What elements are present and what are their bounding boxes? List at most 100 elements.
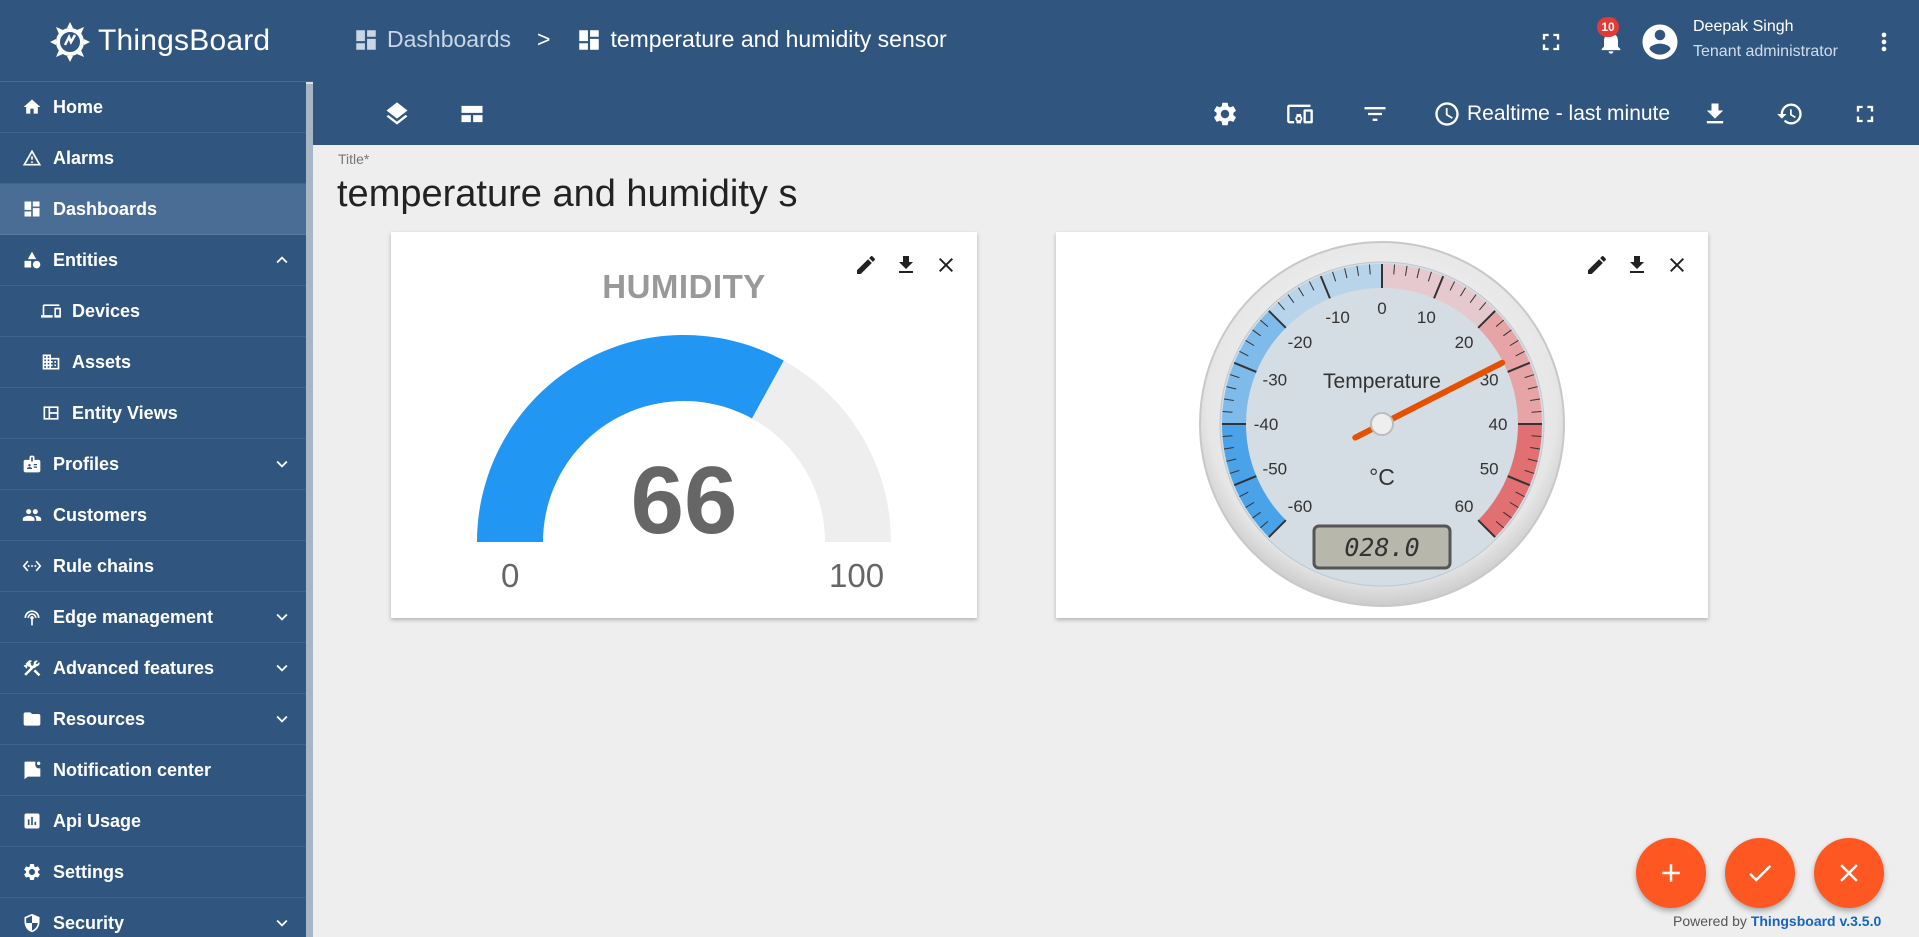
sidebar-item-devices[interactable]: Devices	[0, 286, 313, 337]
top-header: Dashboards > temperature and humidity se…	[313, 0, 1919, 84]
sidebar-item-security[interactable]: Security	[0, 898, 313, 937]
sidebar-item-profiles[interactable]: Profiles	[0, 439, 313, 490]
dashboard-toolbar: Realtime - last minute	[313, 84, 1919, 145]
temperature-title: Temperature	[1323, 370, 1441, 393]
download-icon[interactable]	[1699, 98, 1731, 130]
more-vert-icon[interactable]	[1869, 27, 1899, 57]
sidebar-scrollbar-thumb[interactable]	[306, 84, 313, 937]
sidebar-item-resources[interactable]: Resources	[0, 694, 313, 745]
user-role: Tenant administrator	[1693, 43, 1838, 60]
temperature-lcd-value: 028.0	[1344, 533, 1419, 562]
people-icon	[21, 504, 43, 526]
sidebar-item-assets[interactable]: Assets	[0, 337, 313, 388]
sidebar-item-dashboards[interactable]: Dashboards	[0, 184, 313, 235]
notification-count-badge: 10	[1597, 17, 1619, 37]
sidebar-item-label: Entities	[53, 249, 119, 270]
user-name[interactable]: Deepak Singh	[1693, 18, 1794, 36]
sidebar-item-notification-center[interactable]: Notification center	[0, 745, 313, 796]
breadcrumb-separator: >	[537, 26, 551, 52]
folder-icon	[21, 708, 43, 730]
building-icon	[40, 351, 62, 373]
sidebar-item-label: Settings	[53, 861, 125, 882]
needle-hub	[1370, 412, 1394, 436]
sidebar-item-label: Assets	[72, 351, 132, 372]
sidebar-item-alarms[interactable]: Alarms	[0, 133, 313, 184]
sidebar-item-label: Customers	[53, 504, 148, 525]
temperature-unit: °C	[1369, 464, 1395, 490]
home-icon	[21, 96, 43, 118]
sidebar-item-label: Entity Views	[72, 402, 178, 423]
sidebar-item-label: Security	[53, 912, 125, 933]
sidebar-item-advanced-features[interactable]: Advanced features	[0, 643, 313, 694]
thingsboard-logo-icon	[50, 21, 90, 62]
breadcrumb-dashboards[interactable]: Dashboards	[387, 26, 511, 53]
sidebar-item-customers[interactable]: Customers	[0, 490, 313, 541]
sidebar: ThingsBoard Home Alarms Dashboards Entit…	[0, 0, 313, 937]
dial-tick-label: -60	[1288, 497, 1313, 516]
dial-tick-label: 10	[1417, 308, 1436, 327]
insert-chart-icon	[21, 810, 43, 832]
router-icon	[21, 606, 43, 628]
timewindow-button[interactable]: Realtime - last minute	[1433, 97, 1670, 131]
cancel-changes-button[interactable]	[1814, 838, 1884, 908]
badge-icon	[21, 453, 43, 475]
fullscreen-icon[interactable]	[1536, 27, 1566, 57]
chevron-down-icon[interactable]	[271, 453, 293, 475]
account-circle-icon[interactable]	[1639, 21, 1681, 63]
sidebar-item-home[interactable]: Home	[0, 82, 313, 133]
chevron-down-icon[interactable]	[271, 606, 293, 628]
sidebar-item-label: Devices	[72, 300, 141, 321]
chevron-down-icon[interactable]	[271, 657, 293, 679]
gear-icon	[21, 861, 43, 883]
dashboard-title-input[interactable]	[337, 170, 799, 218]
plus-icon	[1662, 864, 1680, 882]
powered-by-text: Powered by	[1673, 913, 1747, 929]
dial-tick-label: -50	[1263, 459, 1288, 478]
sidebar-item-edge-management[interactable]: Edge management	[0, 592, 313, 643]
devices-icon	[40, 300, 62, 322]
sidebar-item-rule-chains[interactable]: Rule chains	[0, 541, 313, 592]
temperature-dial: -60-50-40-30-20-10 0 102030405060 Temperat…	[1199, 241, 1565, 607]
chevron-up-icon[interactable]	[271, 249, 293, 271]
sidebar-item-label: Edge management	[53, 606, 214, 627]
sidebar-item-entity-views[interactable]: Entity Views	[0, 388, 313, 439]
layers-icon[interactable]	[381, 98, 413, 130]
dial-tick-label: 50	[1480, 459, 1499, 478]
dial-tick-label: 60	[1455, 497, 1474, 516]
humidity-value: 66	[630, 447, 738, 554]
sidebar-item-label: Resources	[53, 708, 146, 729]
sidebar-item-label: Profiles	[53, 453, 120, 474]
add-widget-button[interactable]	[1636, 838, 1706, 908]
sidebar-item-label: Notification center	[53, 759, 212, 780]
app-logo[interactable]: ThingsBoard	[0, 0, 313, 82]
close-icon	[1840, 864, 1858, 882]
filter-icon[interactable]	[1359, 98, 1391, 130]
sidebar-item-settings[interactable]: Settings	[0, 847, 313, 898]
sidebar-item-label: Alarms	[53, 147, 115, 168]
sidebar-item-api-usage[interactable]: Api Usage	[0, 796, 313, 847]
sidebar-item-label: Dashboards	[53, 198, 158, 219]
apply-changes-button[interactable]	[1725, 838, 1795, 908]
dial-tick-label: 0	[1377, 299, 1386, 318]
chevron-down-icon[interactable]	[271, 912, 293, 934]
temperature-gauge-widget: -60 -50 -40 -30 -20 -10 0 10 20 30 40 50 60 Temperat…	[1056, 232, 1708, 618]
dial-tick-label: -40	[1254, 415, 1279, 434]
clock-icon	[1435, 102, 1459, 126]
dashboard-icon	[21, 198, 43, 220]
settings-gear-icon[interactable]	[1209, 98, 1241, 130]
dial-tick-label: -20	[1288, 333, 1313, 352]
version-link[interactable]: Thingsboard v.3.5.0	[1751, 913, 1881, 929]
shield-icon	[21, 912, 43, 934]
timewindow-label: Realtime - last minute	[1467, 102, 1671, 125]
breadcrumb-current-dashboard: temperature and humidity sensor	[610, 26, 947, 52]
fullscreen-icon[interactable]	[1849, 98, 1881, 130]
layouts-icon[interactable]	[456, 98, 488, 130]
sidebar-item-entities[interactable]: Entities	[0, 235, 313, 286]
sidebar-item-label: Api Usage	[53, 810, 142, 831]
chevron-down-icon[interactable]	[271, 708, 293, 730]
construction-icon	[21, 657, 43, 679]
check-icon	[1749, 864, 1772, 882]
history-icon[interactable]	[1774, 98, 1806, 130]
dial-tick-label: 40	[1489, 415, 1508, 434]
devices-other-icon[interactable]	[1284, 98, 1316, 130]
